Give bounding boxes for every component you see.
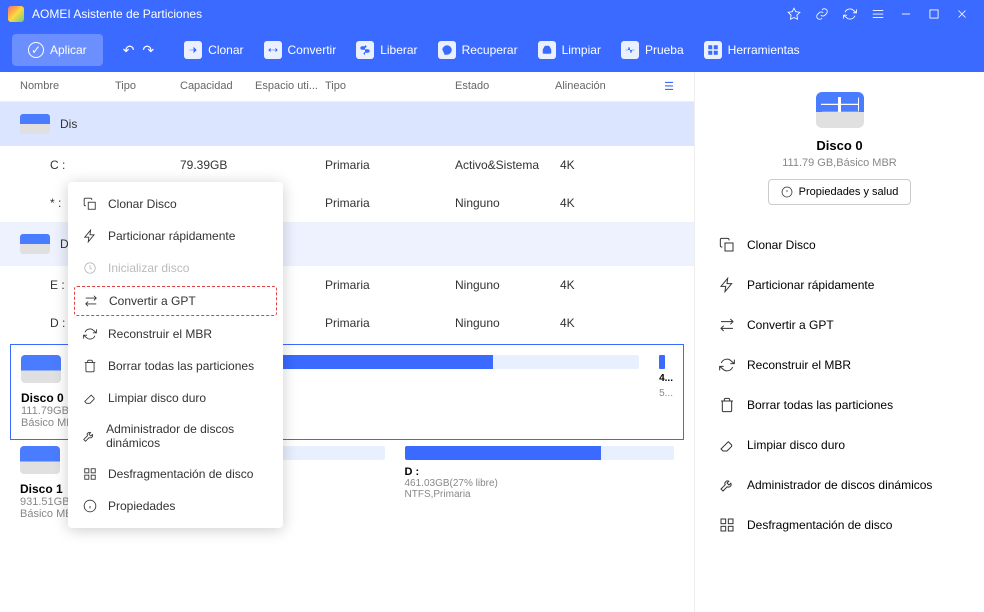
apply-label: Aplicar	[50, 43, 87, 57]
partition-row[interactable]: C :79.39GBPrimariaActivo&Sistema4K	[0, 146, 694, 184]
copy-icon	[719, 237, 735, 253]
titlebar: AOMEI Asistente de Particiones	[0, 0, 984, 28]
ctx-init: Inicializar disco	[68, 252, 283, 284]
wrench-icon	[82, 428, 96, 444]
ctx-copy[interactable]: Clonar Disco	[68, 188, 283, 220]
disk-small-icon	[20, 446, 60, 474]
col-type[interactable]: Tipo	[115, 80, 180, 93]
refresh-icon	[719, 357, 735, 373]
copy-icon	[82, 196, 98, 212]
bolt-icon	[82, 228, 98, 244]
ctx-trash[interactable]: Borrar todas las particiones	[68, 350, 283, 382]
init-icon	[82, 260, 98, 276]
disk-icon	[20, 114, 50, 134]
undo-button[interactable]: ↶	[123, 42, 135, 59]
disk-icon	[20, 234, 50, 254]
disk-large-icon	[816, 92, 864, 128]
toolbar-clonar[interactable]: Clonar	[174, 41, 253, 59]
ctx-refresh[interactable]: Reconstruir el MBR	[68, 318, 283, 350]
minimize-button[interactable]	[892, 0, 920, 28]
wrench-icon	[719, 477, 735, 493]
col-used[interactable]: Espacio uti...	[255, 80, 325, 93]
convert-icon	[719, 317, 735, 333]
recover-icon	[438, 41, 456, 59]
app-logo-icon	[8, 6, 24, 22]
properties-health-button[interactable]: Propiedades y salud	[768, 179, 912, 205]
column-headers: Nombre Tipo Capacidad Espacio uti... Tip…	[0, 72, 694, 102]
op-trash[interactable]: Borrar todas las particiones	[715, 389, 964, 421]
toolbar-prueba[interactable]: Prueba	[611, 41, 694, 59]
tiny-volume[interactable]: 4... 5...	[659, 355, 673, 429]
op-defrag[interactable]: Desfragmentación de disco	[715, 509, 964, 541]
bolt-icon	[719, 277, 735, 293]
panel-disk-title: Disco 0	[816, 138, 862, 153]
col-menu-icon[interactable]: ☰	[664, 80, 674, 93]
ctx-convert[interactable]: Convertir a GPT	[74, 286, 277, 316]
col-state[interactable]: Estado	[455, 80, 555, 93]
star-icon[interactable]	[780, 0, 808, 28]
close-button[interactable]	[948, 0, 976, 28]
arrow-icon	[184, 41, 202, 59]
clean-icon	[538, 41, 556, 59]
tools-icon	[704, 41, 722, 59]
op-wrench[interactable]: Administrador de discos dinámicos	[715, 469, 964, 501]
ctx-defrag[interactable]: Desfragmentación de disco	[68, 458, 283, 490]
toolbar-liberar[interactable]: Liberar	[346, 41, 427, 59]
col-name[interactable]: Nombre	[20, 80, 115, 93]
col-ptype[interactable]: Tipo	[325, 80, 455, 93]
link-icon[interactable]	[808, 0, 836, 28]
test-icon	[621, 41, 639, 59]
ctx-wrench[interactable]: Administrador de discos dinámicos	[68, 414, 283, 458]
trash-icon	[82, 358, 98, 374]
operations-list: Clonar Disco Particionar rápidamente Conve…	[715, 229, 964, 541]
disk-row[interactable]: Dis	[0, 102, 694, 146]
volume[interactable]: D : 461.03GB(27% libre) NTFS,Primaria	[405, 446, 675, 520]
apply-button[interactable]: ✓ Aplicar	[12, 34, 103, 66]
op-copy[interactable]: Clonar Disco	[715, 229, 964, 261]
context-menu: Clonar DiscoParticionar rápidamenteInici…	[68, 182, 283, 528]
panel-disk-sub: 111.79 GB,Básico MBR	[782, 157, 897, 169]
app-title: AOMEI Asistente de Particiones	[32, 7, 780, 21]
menu-icon[interactable]	[864, 0, 892, 28]
op-bolt[interactable]: Particionar rápidamente	[715, 269, 964, 301]
op-refresh[interactable]: Reconstruir el MBR	[715, 349, 964, 381]
op-convert[interactable]: Convertir a GPT	[715, 309, 964, 341]
info-icon	[82, 498, 98, 514]
ctx-bolt[interactable]: Particionar rápidamente	[68, 220, 283, 252]
eraser-icon	[719, 437, 735, 453]
refresh-icon[interactable]	[836, 0, 864, 28]
swap-icon	[264, 41, 282, 59]
volume-bar	[405, 446, 675, 460]
eraser-icon	[82, 390, 98, 406]
col-capacity[interactable]: Capacidad	[180, 80, 255, 93]
toolbar: ✓ Aplicar ↶ ↷ ClonarConvertirLiberarRecu…	[0, 28, 984, 72]
toolbar-recuperar[interactable]: Recuperar	[428, 41, 528, 59]
refresh-icon	[82, 326, 98, 342]
redo-button[interactable]: ↷	[142, 42, 154, 59]
convert-icon	[83, 293, 99, 309]
op-eraser[interactable]: Limpiar disco duro	[715, 429, 964, 461]
defrag-icon	[82, 466, 98, 482]
toolbar-limpiar[interactable]: Limpiar	[528, 41, 611, 59]
free-icon	[356, 41, 374, 59]
properties-health-label: Propiedades y salud	[799, 186, 899, 198]
toolbar-herramientas[interactable]: Herramientas	[694, 41, 810, 59]
ctx-info[interactable]: Propiedades	[68, 490, 283, 522]
defrag-icon	[719, 517, 735, 533]
col-align[interactable]: Alineación	[555, 80, 615, 93]
trash-icon	[719, 397, 735, 413]
toolbar-convertir[interactable]: Convertir	[254, 41, 347, 59]
right-panel: Disco 0 111.79 GB,Básico MBR Propiedades…	[694, 72, 984, 612]
maximize-button[interactable]	[920, 0, 948, 28]
check-icon: ✓	[28, 42, 44, 58]
ctx-eraser[interactable]: Limpiar disco duro	[68, 382, 283, 414]
disk-small-icon	[21, 355, 61, 383]
